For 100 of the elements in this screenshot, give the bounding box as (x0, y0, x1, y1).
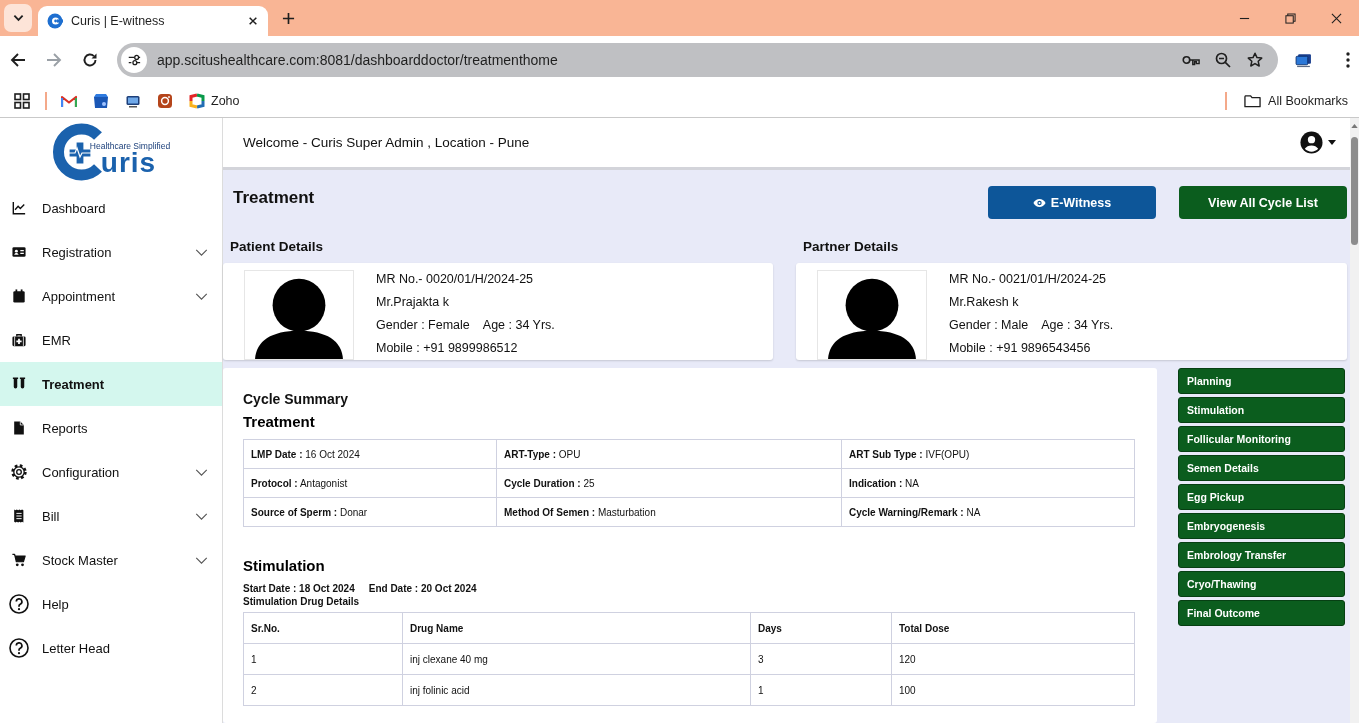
column-header: Sr.No. (243, 612, 403, 644)
gender-text: Gender : Female (376, 317, 470, 334)
reload-icon (82, 52, 98, 68)
table-cell: 2 (243, 674, 403, 706)
site-info-button[interactable] (121, 47, 147, 73)
start-date: Start Date : 18 Oct 2024 (243, 582, 355, 595)
step-button[interactable]: Embrology Transfer (1178, 542, 1345, 568)
plus-icon[interactable] (282, 11, 295, 25)
cycle-list-button[interactable]: View All Cycle List (1179, 186, 1347, 219)
sidebar-item[interactable]: Dashboard (0, 186, 222, 230)
gender-text: Gender : Male (949, 317, 1029, 334)
table-cell: 1 (750, 674, 892, 706)
step-button[interactable]: Cryo/Thawing (1178, 571, 1345, 597)
column-header: Total Dose (891, 612, 1135, 644)
table-caption: Stimulation Drug Details (243, 595, 360, 609)
monitor-icon[interactable] (1295, 52, 1312, 68)
section-heading: Partner Details (803, 239, 899, 255)
receipt-icon (12, 509, 26, 523)
step-button[interactable]: Embryogenesis (1178, 513, 1345, 539)
person-name: Mr.Rakesh k (949, 294, 1019, 311)
chevron-down-icon (12, 14, 24, 22)
address-bar[interactable]: app.scitushealthcare.com:8081/dashboarddoctor/treatmenthome (117, 43, 1278, 77)
eye-icon (1032, 197, 1046, 208)
scroll-up-icon[interactable] (1351, 124, 1358, 128)
square-ring-icon (189, 92, 205, 109)
table-cell: ART-Type : OPU (496, 439, 842, 469)
gear-icon (10, 463, 28, 481)
table-cell: 3 (750, 643, 892, 675)
zoom-out-icon[interactable] (1214, 52, 1232, 68)
table-cell: Protocol : Antagonist (243, 468, 497, 498)
star-icon[interactable] (1246, 52, 1264, 68)
tab-search-button[interactable] (4, 4, 32, 32)
camera-icon[interactable] (157, 92, 173, 109)
step-button[interactable]: Follicular Monitoring (1178, 426, 1345, 452)
sidebar-item[interactable]: EMR (0, 318, 222, 362)
sidebar-item[interactable]: Reports (0, 406, 222, 450)
bookmark-item[interactable]: Zoho (189, 92, 240, 109)
column-header: Drug Name (402, 612, 751, 644)
tab-title: Curis | E-witness (71, 14, 165, 28)
table-cell: Source of Sperm : Donar (243, 497, 497, 527)
cart-icon (12, 553, 26, 567)
sidebar-item[interactable]: Letter Head (0, 626, 222, 670)
line-chart-icon (12, 201, 26, 215)
section-heading: Patient Details (230, 239, 324, 255)
medical-bag-icon (12, 333, 26, 347)
column-header: Days (750, 612, 892, 644)
folder-icon (1244, 93, 1262, 108)
welcome-text: Welcome - Curis Super Admin , Location - Pune (243, 135, 530, 150)
shopping-bag-icon[interactable] (93, 92, 109, 109)
mobile-text: Mobile : +91 9896543456 (949, 340, 1091, 357)
logo-wordmark: uris (100, 151, 157, 175)
help-icon (9, 638, 29, 658)
test-tubes-icon (12, 377, 26, 391)
sliders-icon (127, 53, 141, 67)
table-cell: 100 (891, 674, 1135, 706)
help-icon (9, 594, 29, 614)
table-cell: Indication : NA (841, 468, 1135, 498)
table-cell: 1 (243, 643, 403, 675)
id-card-icon (12, 245, 26, 259)
arrow-right-icon (46, 52, 62, 68)
scrollbar-thumb[interactable] (1351, 137, 1358, 245)
url-text: app.scitushealthcare.com:8081/dashboarddoctor/treatmenthome (157, 52, 558, 68)
sidebar-item[interactable]: Registration (0, 230, 222, 274)
browser-tab[interactable]: Curis | E-witness (38, 6, 268, 36)
account-icon[interactable] (1300, 131, 1323, 154)
table-cell: ART Sub Type : IVF(OPU) (841, 439, 1135, 469)
document-icon (12, 421, 26, 435)
step-button[interactable]: Stimulation (1178, 397, 1345, 423)
mr-number: MR No.- 0020/01/H/2024-25 (376, 271, 534, 288)
table-cell: 120 (891, 643, 1135, 675)
table-cell: Cycle Duration : 25 (496, 468, 842, 498)
table-cell: inj folinic acid (402, 674, 751, 706)
age-text: Age : 34 Yrs. (1041, 317, 1114, 334)
apps-grid-icon[interactable] (14, 92, 30, 109)
logo-tagline: Healthcare Simplified (89, 141, 171, 151)
sidebar-item[interactable]: Bill (0, 494, 222, 538)
sidebar-item[interactable]: Treatment (0, 362, 222, 406)
caret-icon[interactable] (1328, 140, 1336, 145)
e-witness-button[interactable]: E-Witness (988, 186, 1156, 219)
step-button[interactable]: Semen Details (1178, 455, 1345, 481)
sidebar-item[interactable]: Help (0, 582, 222, 626)
section-heading: Treatment (243, 413, 315, 431)
menu-icon[interactable] (1346, 52, 1350, 68)
person-name: Mr.Prajakta k (376, 294, 449, 311)
mr-number: MR No.- 0021/01/H/2024-25 (949, 271, 1107, 288)
sidebar-item[interactable]: Stock Master (0, 538, 222, 582)
sidebar-item[interactable]: Configuration (0, 450, 222, 494)
site-logo-icon (47, 13, 63, 29)
mobile-text: Mobile : +91 9899986512 (376, 340, 518, 357)
table-cell: LMP Date : 16 Oct 2024 (243, 439, 497, 469)
close-icon[interactable] (248, 16, 258, 26)
step-button[interactable]: Planning (1178, 368, 1345, 394)
arrow-left-icon (10, 52, 26, 68)
end-date: End Date : 20 Oct 2024 (368, 582, 477, 595)
step-button[interactable]: Final Outcome (1178, 600, 1345, 626)
table-cell: Method Of Semen : Masturbation (496, 497, 842, 527)
section-heading: Stimulation (243, 557, 325, 575)
step-button[interactable]: Egg Pickup (1178, 484, 1345, 510)
all-bookmarks-button[interactable]: All Bookmarks (1244, 93, 1348, 108)
sidebar-item[interactable]: Appointment (0, 274, 222, 318)
